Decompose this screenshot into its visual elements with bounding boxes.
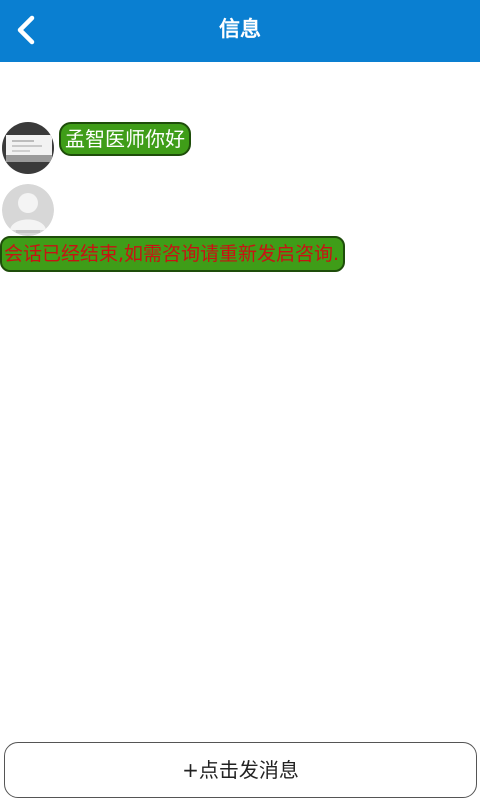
chat-message-list[interactable]: 孟智医师你好 会话已经结束,如需咨询请重新发启咨询. — [0, 62, 480, 738]
doctor-photo-icon — [2, 122, 54, 174]
message-bubble-greeting[interactable]: 孟智医师你好 — [59, 122, 191, 156]
doctor-avatar[interactable] — [2, 122, 54, 174]
send-message-button[interactable]: +点击发消息 — [4, 742, 477, 798]
message-bubble-system[interactable]: 会话已经结束,如需咨询请重新发启咨询. — [0, 236, 346, 272]
back-button[interactable] — [8, 12, 44, 48]
header-bar: 信息 — [0, 0, 480, 62]
user-avatar[interactable] — [2, 184, 54, 236]
page-title: 信息 — [219, 17, 261, 41]
default-user-avatar-icon — [2, 184, 54, 236]
chevron-left-icon — [17, 15, 35, 45]
